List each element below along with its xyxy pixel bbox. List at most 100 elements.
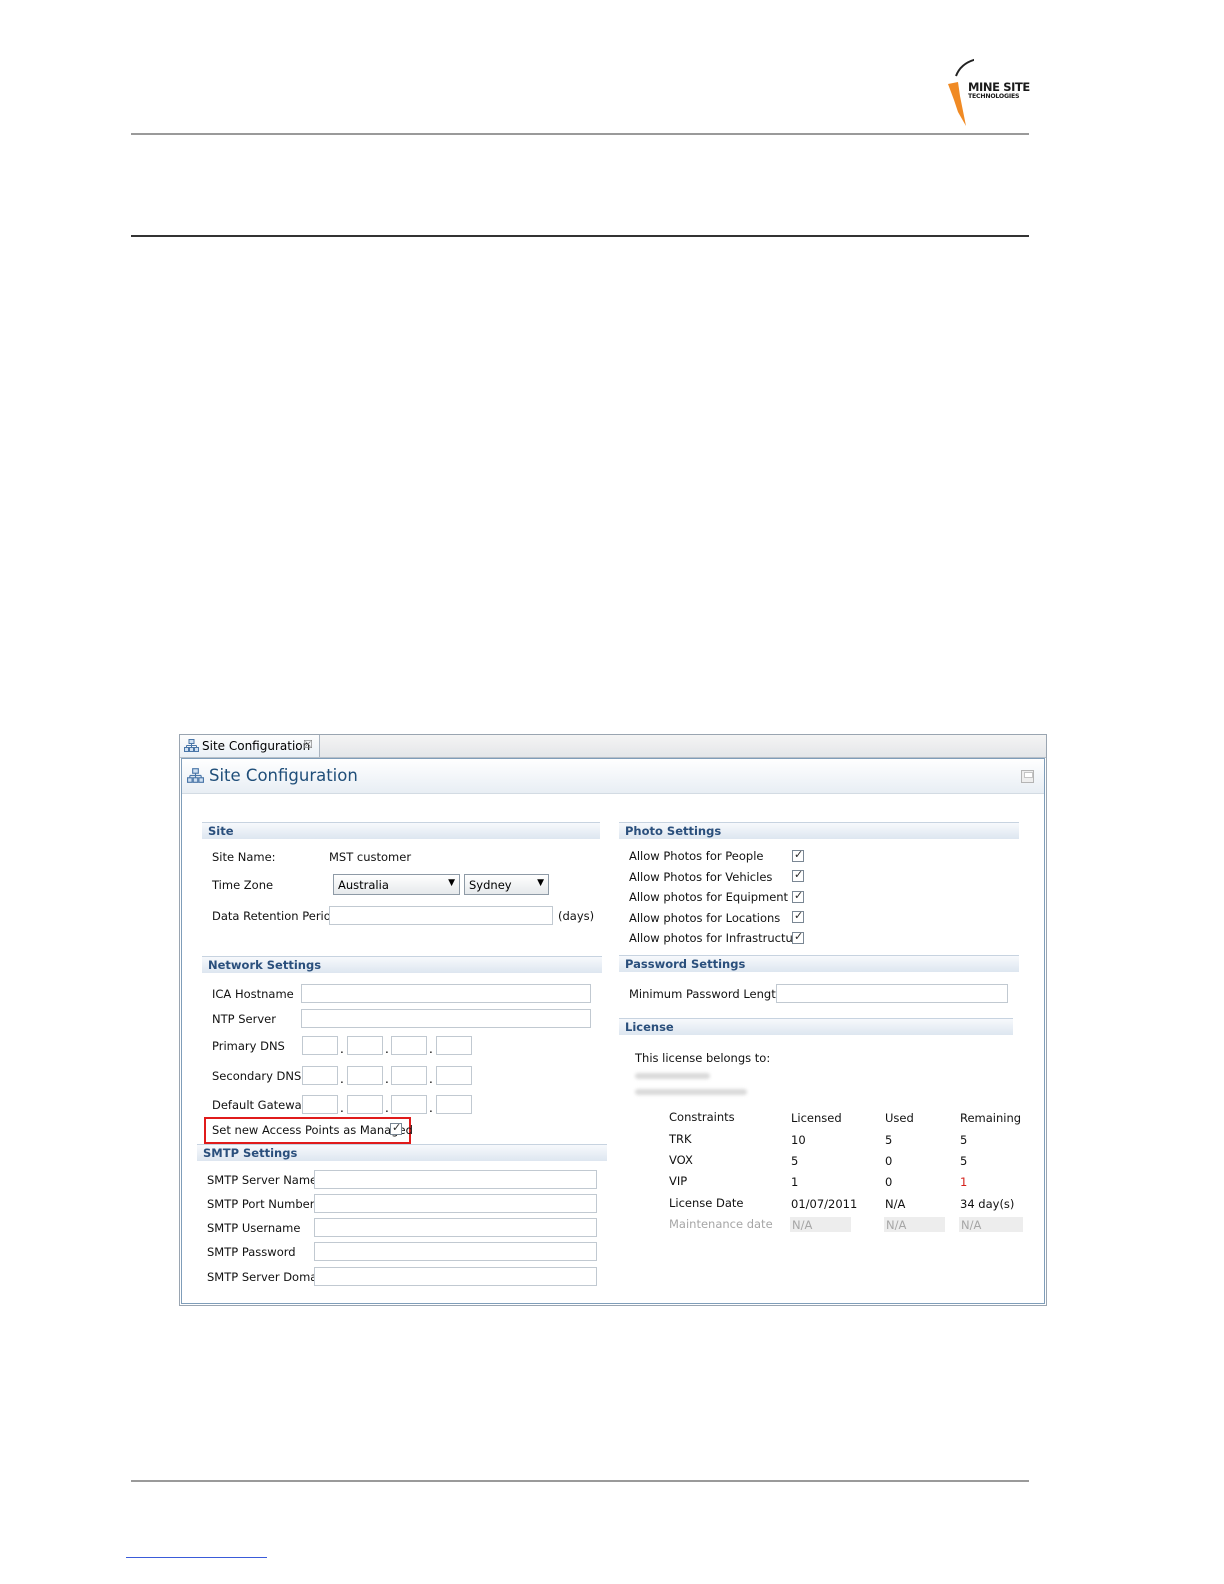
maintenance-remaining-value: N/A xyxy=(961,1218,982,1232)
check-icon: ✓ xyxy=(794,868,804,881)
default-gateway-label: Default Gateway xyxy=(212,1098,309,1112)
photo-locations-checkbox[interactable]: ✓ xyxy=(792,909,804,923)
dot-separator: . xyxy=(340,1042,344,1056)
primary-dns-octet-1[interactable] xyxy=(302,1036,338,1055)
dot-separator: . xyxy=(429,1101,433,1115)
smtp-password-input[interactable] xyxy=(314,1242,597,1261)
redacted-licensee-line xyxy=(635,1089,747,1095)
title-divider xyxy=(131,235,1029,237)
gateway-octet-1[interactable] xyxy=(302,1095,338,1114)
min-password-input[interactable] xyxy=(776,984,1008,1003)
dot-separator: . xyxy=(385,1072,389,1086)
dot-separator: . xyxy=(385,1042,389,1056)
photo-people-label: Allow Photos for People xyxy=(629,849,764,863)
save-icon[interactable] xyxy=(1021,770,1034,783)
retention-input[interactable] xyxy=(329,906,553,925)
secondary-dns-octet-1[interactable] xyxy=(302,1066,338,1085)
header-divider xyxy=(131,133,1029,135)
check-icon: ✓ xyxy=(794,930,804,943)
primary-dns-octet-4[interactable] xyxy=(436,1036,472,1055)
network-section-header: Network Settings xyxy=(202,956,602,973)
form-body: Site Configuration Site Site Name: MST c… xyxy=(181,758,1045,1304)
logo-line1: MINE SITE xyxy=(968,80,1030,94)
photo-vehicles-checkbox[interactable]: ✓ xyxy=(792,868,804,882)
ica-hostname-input[interactable] xyxy=(301,984,591,1003)
smtp-server-name-input[interactable] xyxy=(314,1170,597,1189)
smtp-username-input[interactable] xyxy=(314,1218,597,1237)
license-date-value: 01/07/2011 xyxy=(791,1197,858,1211)
license-col-used: Used xyxy=(885,1111,914,1125)
footer-link-underline[interactable] xyxy=(126,1557,267,1558)
gateway-octet-3[interactable] xyxy=(391,1095,427,1114)
license-section-label: License xyxy=(625,1020,674,1034)
dropdown-arrow-icon: ▼ xyxy=(448,878,455,888)
secondary-dns-label: Secondary DNS xyxy=(212,1069,302,1083)
site-config-title-icon xyxy=(187,768,204,783)
managed-ap-checkbox[interactable]: ✓ xyxy=(390,1121,402,1135)
site-section-label: Site xyxy=(208,824,234,838)
ntp-server-input[interactable] xyxy=(301,1009,591,1028)
check-icon: ✓ xyxy=(794,909,804,922)
photo-equipment-checkbox[interactable]: ✓ xyxy=(792,889,804,903)
license-col-remaining: Remaining xyxy=(960,1111,1022,1125)
license-col-licensed: Licensed xyxy=(791,1111,842,1125)
network-section-label: Network Settings xyxy=(208,958,322,972)
photo-section-label: Photo Settings xyxy=(625,824,722,838)
time-zone-region-select[interactable]: Australia ▼ xyxy=(333,874,460,895)
retention-unit: (days) xyxy=(558,909,595,923)
smtp-domain-input[interactable] xyxy=(314,1267,597,1286)
check-icon: ✓ xyxy=(794,889,804,902)
license-section-header: License xyxy=(619,1018,1013,1035)
license-date-remaining: 34 day(s) xyxy=(960,1197,1015,1211)
license-date-label: License Date xyxy=(669,1196,744,1210)
maintenance-licensed-field: N/A xyxy=(790,1217,851,1232)
company-logo: MINE SITE TECHNOLOGIES xyxy=(944,56,1034,130)
smtp-port-input[interactable] xyxy=(314,1194,597,1213)
time-zone-city-select[interactable]: Sydney ▼ xyxy=(464,874,549,895)
license-row-vip-licensed: 1 xyxy=(791,1175,799,1189)
dot-separator: . xyxy=(429,1042,433,1056)
smtp-section-header: SMTP Settings xyxy=(197,1144,607,1161)
site-name-label: Site Name: xyxy=(212,850,276,864)
license-row-vip-name: VIP xyxy=(669,1174,688,1188)
license-row-vox-remaining: 5 xyxy=(960,1154,968,1168)
site-name-value: MST customer xyxy=(329,850,412,864)
photo-section-header: Photo Settings xyxy=(619,822,1019,839)
gateway-octet-4[interactable] xyxy=(436,1095,472,1114)
footer-divider xyxy=(131,1480,1029,1482)
site-configuration-window: Site Configuration ☒ Site Configuration … xyxy=(179,734,1047,1306)
secondary-dns-octet-4[interactable] xyxy=(436,1066,472,1085)
secondary-dns-octet-2[interactable] xyxy=(347,1066,383,1085)
maintenance-remaining-field: N/A xyxy=(959,1217,1023,1232)
license-date-used: N/A xyxy=(885,1197,906,1211)
editor-tab-bar: Site Configuration ☒ xyxy=(180,735,1046,758)
logo-line2: TECHNOLOGIES xyxy=(968,93,1020,100)
primary-dns-octet-2[interactable] xyxy=(347,1036,383,1055)
smtp-port-label: SMTP Port Number xyxy=(207,1197,315,1211)
license-row-trk-used: 5 xyxy=(885,1133,893,1147)
photo-locations-label: Allow photos for Locations xyxy=(629,911,781,925)
license-row-vip-remaining: 1 xyxy=(960,1175,968,1189)
license-row-vox-name: VOX xyxy=(669,1153,693,1167)
license-row-trk-remaining: 5 xyxy=(960,1133,968,1147)
dot-separator: . xyxy=(385,1101,389,1115)
tab-site-configuration[interactable]: Site Configuration ☒ xyxy=(180,735,320,757)
photo-equipment-label: Allow photos for Equipment xyxy=(629,890,789,904)
primary-dns-label: Primary DNS xyxy=(212,1039,285,1053)
photo-infrastructure-label: Allow photos for Infrastructure xyxy=(629,931,805,945)
photo-infrastructure-checkbox[interactable]: ✓ xyxy=(792,930,804,944)
page-title: Site Configuration xyxy=(209,766,358,785)
smtp-server-name-label: SMTP Server Name xyxy=(207,1173,318,1187)
managed-ap-label: Set new Access Points as Managed xyxy=(212,1123,413,1137)
gateway-octet-2[interactable] xyxy=(347,1095,383,1114)
close-tab-icon[interactable]: ☒ xyxy=(303,738,313,751)
photo-people-checkbox[interactable]: ✓ xyxy=(792,848,804,862)
secondary-dns-octet-3[interactable] xyxy=(391,1066,427,1085)
check-icon: ✓ xyxy=(794,848,804,861)
license-row-vip-used: 0 xyxy=(885,1175,893,1189)
primary-dns-octet-3[interactable] xyxy=(391,1036,427,1055)
min-password-label: Minimum Password Length xyxy=(629,987,783,1001)
smtp-section-label: SMTP Settings xyxy=(203,1146,298,1160)
license-row-trk-name: TRK xyxy=(669,1132,692,1146)
dot-separator: . xyxy=(340,1072,344,1086)
